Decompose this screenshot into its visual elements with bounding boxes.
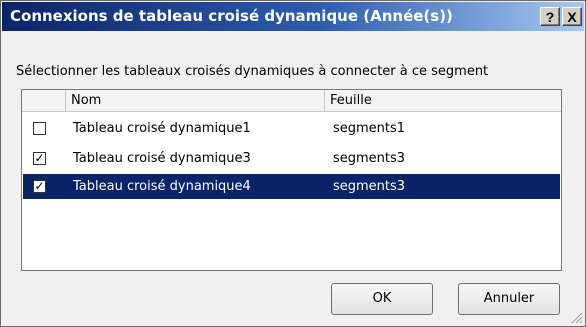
column-header-sheet[interactable]: Feuille — [325, 90, 561, 111]
resize-grip-icon[interactable] — [569, 310, 583, 324]
close-icon: X — [567, 9, 577, 25]
pivot-table-list[interactable]: Nom Feuille Tableau croisé dynamique1 se… — [21, 89, 562, 271]
table-row[interactable]: ✓ Tableau croisé dynamique3 segments3 — [23, 146, 560, 171]
row-name: Tableau croisé dynamique4 — [73, 179, 251, 194]
row-name: Tableau croisé dynamique3 — [73, 151, 251, 166]
checkbox-icon[interactable]: ✓ — [33, 152, 46, 165]
column-header-name[interactable]: Nom — [66, 90, 325, 111]
row-sheet: segments1 — [333, 121, 406, 136]
close-button[interactable]: X — [562, 7, 582, 26]
checkbox-icon[interactable]: ✓ — [33, 180, 46, 193]
table-row-selected[interactable]: ✓ Tableau croisé dynamique4 segments3 — [23, 174, 560, 199]
list-header: Nom Feuille — [22, 90, 561, 112]
help-button[interactable]: ? — [540, 7, 560, 26]
title-bar[interactable]: Connexions de tableau croisé dynamique (… — [2, 2, 584, 31]
help-icon: ? — [545, 9, 555, 25]
checkbox-icon[interactable] — [33, 122, 46, 135]
cancel-button[interactable]: Annuler — [458, 283, 560, 315]
row-sheet: segments3 — [333, 151, 406, 166]
row-sheet: segments3 — [333, 179, 406, 194]
window-title: Connexions de tableau croisé dynamique (… — [10, 7, 453, 25]
pivot-connections-dialog: Connexions de tableau croisé dynamique (… — [0, 0, 586, 327]
column-header-checkbox[interactable] — [22, 90, 66, 111]
instruction-label: Sélectionner les tableaux croisés dynami… — [16, 64, 489, 79]
table-row[interactable]: Tableau croisé dynamique1 segments1 — [23, 116, 560, 141]
row-name: Tableau croisé dynamique1 — [73, 121, 251, 136]
ok-button[interactable]: OK — [331, 283, 433, 315]
